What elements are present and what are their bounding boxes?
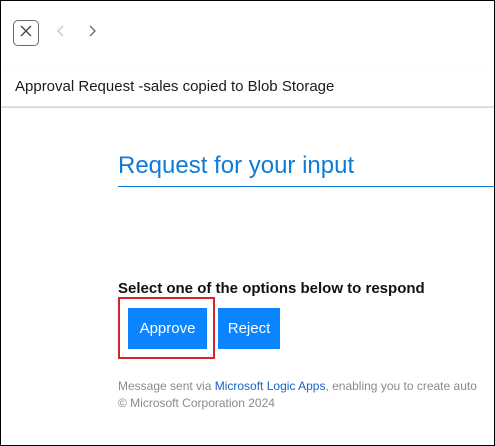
card-heading: Request for your input bbox=[118, 152, 355, 179]
heading-divider bbox=[118, 186, 494, 187]
message-subject: Approval Request -sales copied to Blob S… bbox=[15, 78, 335, 95]
footer-suffix: , enabling you to create auto bbox=[325, 379, 477, 393]
chevron-left-icon bbox=[56, 24, 66, 43]
logic-apps-link[interactable]: Microsoft Logic Apps bbox=[215, 379, 326, 393]
approve-button[interactable]: Approve bbox=[128, 308, 207, 349]
subject-bar: Approval Request -sales copied to Blob S… bbox=[1, 65, 494, 107]
footer-prefix: Message sent via bbox=[118, 379, 215, 393]
navigation-bar bbox=[1, 1, 494, 65]
window-frame: Approval Request -sales copied to Blob S… bbox=[0, 0, 495, 446]
chevron-right-icon bbox=[87, 24, 97, 43]
footer-text: Message sent via Microsoft Logic Apps, e… bbox=[118, 378, 477, 412]
reject-button[interactable]: Reject bbox=[218, 308, 280, 349]
response-prompt: Select one of the options below to respo… bbox=[118, 280, 425, 297]
copyright-text: © Microsoft Corporation 2024 bbox=[118, 396, 275, 410]
close-icon bbox=[19, 24, 33, 43]
forward-button[interactable] bbox=[79, 20, 105, 46]
message-body: Request for your input Select one of the… bbox=[1, 108, 494, 445]
footer-line-1: Message sent via Microsoft Logic Apps, e… bbox=[118, 378, 477, 395]
close-button[interactable] bbox=[13, 20, 39, 46]
back-button[interactable] bbox=[48, 20, 74, 46]
